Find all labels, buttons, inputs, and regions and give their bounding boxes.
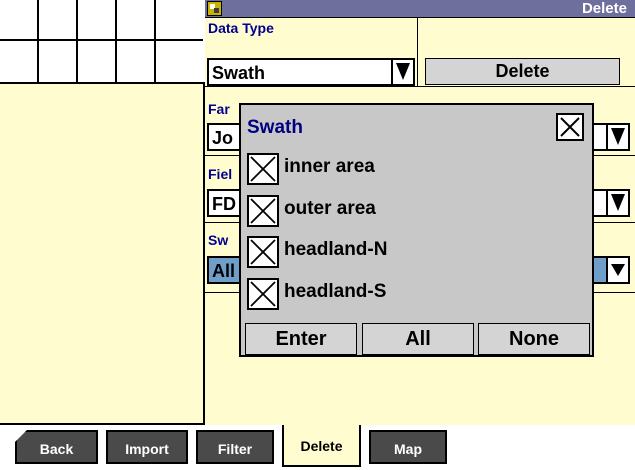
checkbox-label: headland-S	[284, 281, 387, 302]
select-none-button[interactable]: None	[478, 323, 590, 355]
grid-cell[interactable]	[156, 0, 203, 41]
field-value: FD	[212, 194, 236, 214]
page-title: Delete	[581, 0, 627, 17]
tab-back[interactable]: Back	[15, 430, 98, 464]
checkbox-checked-icon[interactable]	[247, 153, 279, 185]
checkbox-row[interactable]: outer area	[247, 195, 547, 227]
grid-cell[interactable]	[0, 41, 39, 82]
app-icon	[207, 1, 222, 16]
swath-label: Sw	[208, 232, 229, 248]
grid-cell[interactable]	[39, 0, 78, 41]
checkbox-label: headland-N	[284, 239, 388, 260]
grid-cell[interactable]	[78, 0, 117, 41]
layout-grid	[0, 0, 205, 84]
data-type-dropdown[interactable]: Swath	[207, 58, 415, 86]
farm-label: Far	[208, 101, 230, 117]
swath-value: All	[212, 261, 236, 281]
data-type-value: Swath	[212, 63, 266, 83]
divider	[205, 86, 635, 87]
divider	[417, 18, 418, 86]
tab-filter[interactable]: Filter	[196, 430, 274, 464]
checkbox-checked-icon[interactable]	[247, 195, 279, 227]
select-all-button[interactable]: All	[362, 323, 474, 355]
title-bar: Delete	[205, 0, 635, 18]
grid-cell[interactable]	[39, 41, 78, 82]
tab-map[interactable]: Map	[369, 430, 447, 464]
checkbox-checked-icon[interactable]	[247, 236, 279, 268]
chevron-down-icon[interactable]	[606, 125, 628, 149]
tab-bar: Back Import Filter Delete Map	[0, 425, 635, 470]
data-type-label: Data Type	[208, 20, 274, 36]
checkbox-label: outer area	[284, 198, 376, 219]
field-label: Fiel	[208, 166, 233, 182]
tab-import[interactable]: Import	[106, 430, 188, 464]
left-pane	[0, 0, 205, 425]
grid-cell[interactable]	[117, 0, 156, 41]
grid-cell[interactable]	[78, 41, 117, 82]
farm-value: Jo	[212, 128, 234, 148]
dialog-title: Swath	[247, 117, 303, 138]
checkbox-checked-icon[interactable]	[247, 278, 279, 310]
grid-cell[interactable]	[117, 41, 156, 82]
grid-cell[interactable]	[156, 41, 203, 82]
delete-button[interactable]: Delete	[425, 58, 620, 85]
grid-cell[interactable]	[0, 0, 39, 41]
chevron-down-icon[interactable]	[391, 60, 413, 84]
checkbox-row[interactable]: headland-N	[247, 236, 547, 268]
swath-dialog: Swath inner area outer area headland-N h…	[239, 103, 594, 357]
chevron-down-icon[interactable]	[606, 258, 628, 282]
checkbox-row[interactable]: inner area	[247, 153, 547, 185]
close-icon[interactable]	[556, 113, 584, 141]
tab-delete[interactable]: Delete	[282, 425, 361, 467]
checkbox-label: inner area	[284, 156, 375, 177]
checkbox-row[interactable]: headland-S	[247, 278, 547, 310]
enter-button[interactable]: Enter	[245, 323, 357, 355]
chevron-down-icon[interactable]	[606, 191, 628, 215]
